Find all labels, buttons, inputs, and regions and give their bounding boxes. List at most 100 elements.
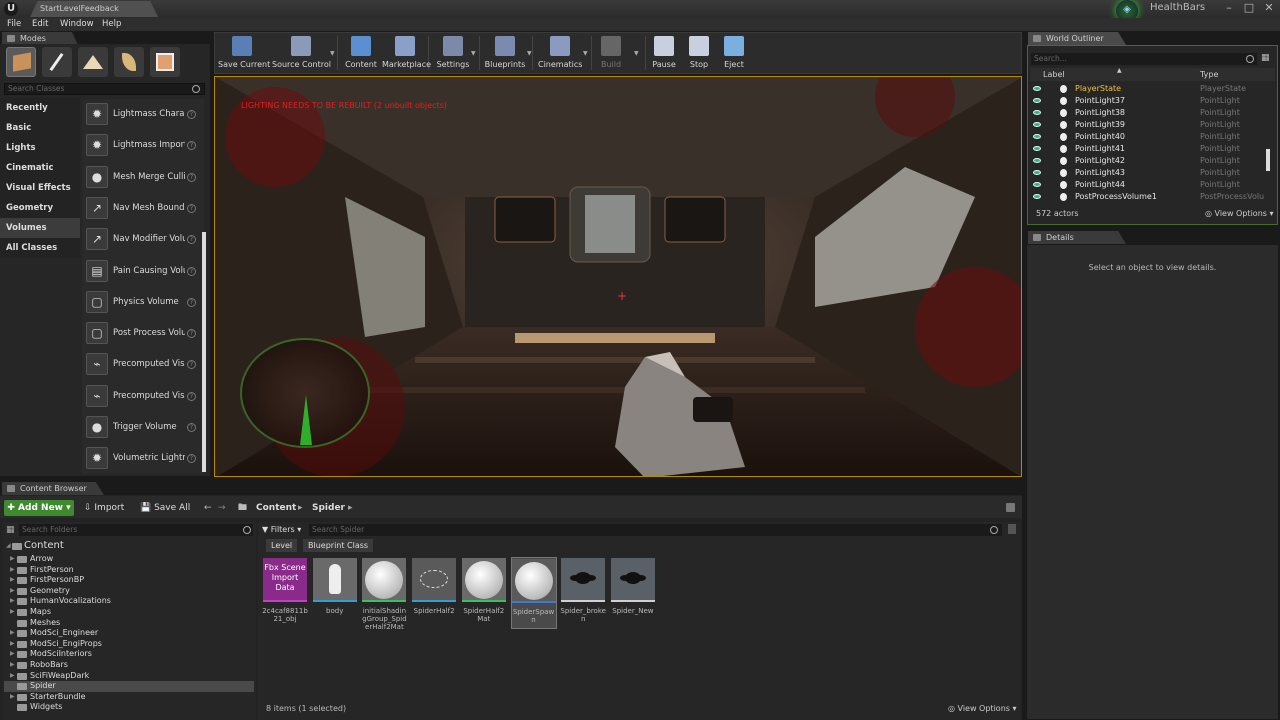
visibility-eye-icon[interactable] [1033,98,1041,103]
folder-item[interactable]: ▶ ModSci_Engineer [4,628,254,639]
folder-item[interactable]: ▶ ModSciInteriors [4,649,254,660]
category-lights[interactable]: Lights [0,138,80,158]
outliner-row[interactable]: PointLight39 PointLight [1030,119,1275,131]
folder-item[interactable]: Spider [4,681,254,692]
expand-arrow-icon[interactable]: ▶ [10,607,15,618]
folder-item[interactable]: Widgets [4,702,254,713]
outliner-settings-icon[interactable]: ▦ [1261,53,1271,65]
lock-icon[interactable] [1006,503,1015,512]
paint-mode-icon[interactable] [42,47,72,77]
outliner-row[interactable]: PointLight40 PointLight [1030,131,1275,143]
menu-help[interactable]: Help [102,18,121,31]
category-basic[interactable]: Basic [0,118,80,138]
class-item[interactable]: ▤ Pain Causing Volu? [84,257,200,286]
settings-button[interactable]: Settings [436,33,470,73]
outliner-row[interactable]: PointLight38 PointLight [1030,107,1275,119]
visibility-eye-icon[interactable] [1033,122,1041,127]
expand-arrow-icon[interactable]: ▶ [10,660,15,671]
breadcrumb-content[interactable]: Content [256,500,296,516]
expand-arrow-icon[interactable]: ▶ [10,649,15,660]
class-item[interactable]: ● Mesh Merge Culling V? [84,163,200,192]
class-item[interactable]: ↗ Nav Modifier Volu? [84,225,200,254]
content-browser-tab[interactable]: Content Browser [2,482,104,495]
class-item[interactable]: ↗ Nav Mesh Bounds? [84,194,200,223]
back-arrow-icon[interactable]: ← [204,500,212,516]
visibility-eye-icon[interactable] [1033,134,1041,139]
class-item[interactable]: ⌁ Precomputed Visil? [84,382,200,411]
dropdown-arrow-icon[interactable]: ▼ [634,50,639,57]
forward-arrow-icon[interactable]: → [218,500,226,516]
menu-file[interactable]: File [7,18,21,31]
expand-arrow-icon[interactable]: ▶ [10,565,15,576]
stop-button[interactable]: Stop [687,33,711,73]
filter-chip-level[interactable]: Level [266,539,298,552]
visibility-eye-icon[interactable] [1033,170,1041,175]
outliner-header-type[interactable]: Type [1200,68,1260,81]
place-mode-icon[interactable] [6,47,36,77]
asset-tile[interactable]: Spider_broken [560,557,606,629]
help-icon[interactable]: ? [187,423,196,432]
help-icon[interactable]: ? [187,266,196,276]
expand-arrow-icon[interactable]: ▶ [10,692,15,703]
asset-search-input[interactable]: Search Spider [309,524,1002,536]
expand-arrow-icon[interactable]: ▶ [10,554,15,565]
close-button[interactable]: ✕ [1262,1,1276,15]
folder-item[interactable]: Meshes [4,618,254,629]
pause-button[interactable]: Pause [650,33,678,73]
content-button[interactable]: Content [343,33,379,73]
filters-button[interactable]: ▼ Filters ▾ [262,523,301,536]
dropdown-arrow-icon[interactable]: ▼ [471,50,476,57]
details-tab[interactable]: Details [1028,231,1126,244]
category-volumes[interactable]: Volumes [0,218,80,238]
sort-ascending-icon[interactable]: ▲ [1117,67,1122,74]
help-icon[interactable]: ? [187,391,196,401]
folder-item[interactable]: ▶ Maps [4,607,254,618]
save-current-button[interactable]: Save Current [218,33,270,73]
blueprints-button[interactable]: Blueprints [484,33,526,73]
category-cinematic[interactable]: Cinematic [0,158,80,178]
folder-item[interactable]: ▶ RoboBars [4,660,254,671]
visibility-eye-icon[interactable] [1033,158,1041,163]
minimize-button[interactable]: – [1222,1,1236,15]
class-item[interactable]: ● Trigger Volume? [84,413,200,442]
asset-tile[interactable]: SpiderHalf2 [411,557,457,629]
asset-tile[interactable]: Spider_New [610,557,656,629]
class-list-scrollbar[interactable] [202,232,206,472]
outliner-row[interactable]: PointLight37 PointLight [1030,95,1275,107]
folder-item[interactable]: ▶ ModSci_EngiProps [4,639,254,650]
dropdown-arrow-icon[interactable]: ▼ [583,50,588,57]
class-item[interactable]: ✹ Lightmass Charac? [84,100,200,129]
help-icon[interactable]: ? [187,110,196,119]
class-item[interactable]: ✹ Volumetric Lightmap I? [84,444,200,473]
maximize-button[interactable]: □ [1242,1,1256,15]
visibility-eye-icon[interactable] [1033,86,1041,91]
expand-arrow-icon[interactable]: ▶ [10,671,15,682]
outliner-row[interactable]: PointLight44 PointLight [1030,179,1275,191]
category-recently-placed[interactable]: Recently Placed [0,98,80,133]
help-icon[interactable]: ? [187,203,196,213]
help-icon[interactable]: ? [187,172,196,182]
outliner-row[interactable]: PlayerState PlayerState [1030,83,1275,95]
class-search-input[interactable]: Search Classes [4,83,205,95]
outliner-view-options[interactable]: ◎ View Options ▾ [1205,209,1274,218]
sources-toggle-icon[interactable]: ▦ [6,525,15,535]
class-item[interactable]: ▢ Physics Volume? [84,288,200,317]
dropdown-arrow-icon[interactable]: ▼ [330,50,335,57]
asset-tile[interactable]: SpiderHalf2Mat [461,557,507,629]
folder-item[interactable]: ▶ Arrow [4,554,254,565]
visibility-eye-icon[interactable] [1033,194,1041,199]
class-item[interactable]: ▢ Post Process Volu? [84,319,200,348]
category-geometry[interactable]: Geometry [0,198,80,218]
folder-search-input[interactable]: Search Folders [19,524,253,536]
eject-button[interactable]: Eject [722,33,746,73]
source-control-button[interactable]: Source Control [272,33,331,73]
outliner-row[interactable]: PostProcessVolume1 PostProcessVolu [1030,191,1275,203]
visibility-eye-icon[interactable] [1033,146,1041,151]
expand-arrow-icon[interactable]: ▶ [10,628,15,639]
help-icon[interactable]: ? [187,329,196,339]
category-all-classes[interactable]: All Classes [0,238,80,258]
asset-tile[interactable]: body [312,557,358,629]
folder-content-root[interactable]: ◢ Content [4,540,254,553]
expand-arrow-icon[interactable]: ▶ [10,639,15,650]
cinematics-button[interactable]: Cinematics [538,33,582,73]
